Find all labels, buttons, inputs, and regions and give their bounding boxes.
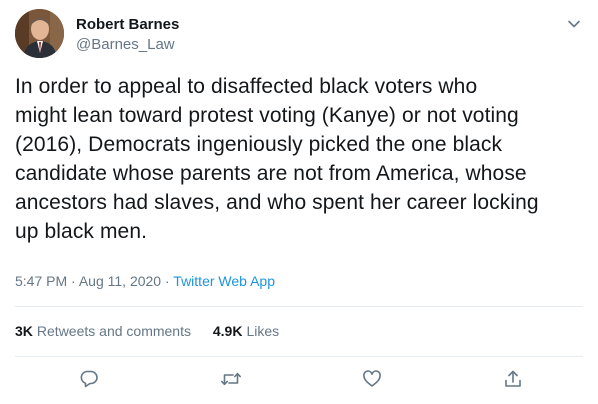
tweet-meta: 5:47 PM · Aug 11, 2020 · Twitter Web App [15, 271, 275, 291]
likes-stat[interactable]: 4.9K Likes [213, 323, 279, 339]
share-button[interactable] [499, 367, 527, 395]
meta-separator: · [71, 273, 76, 289]
meta-separator-2: · [164, 273, 170, 289]
chevron-down-icon[interactable] [567, 17, 581, 31]
avatar[interactable] [15, 9, 64, 58]
retweet-icon [220, 369, 242, 394]
retweets-stat[interactable]: 3K Retweets and comments [15, 323, 191, 339]
retweets-count: 3K [15, 323, 33, 339]
retweets-label: Retweets and comments [36, 323, 191, 339]
likes-label: Likes [246, 323, 280, 339]
reply-button[interactable] [75, 367, 103, 395]
divider [15, 306, 583, 307]
handle[interactable]: @Barnes_Law [76, 35, 179, 55]
reply-icon [79, 369, 99, 394]
divider [15, 356, 583, 357]
tweet-text: In order to appeal to disaffected black … [15, 75, 539, 243]
tweet-source-link[interactable]: Twitter Web App [173, 273, 275, 289]
share-icon [503, 369, 523, 394]
author-names[interactable]: Robert Barnes @Barnes_Law [76, 15, 179, 55]
display-name[interactable]: Robert Barnes [76, 15, 179, 35]
like-button[interactable] [358, 367, 386, 395]
tweet-date[interactable]: Aug 11, 2020 [79, 273, 161, 289]
likes-count: 4.9K [212, 323, 243, 339]
tweet-stats: 3K Retweets and comments 4.9K Likes [15, 321, 297, 341]
tweet-time[interactable]: 5:47 PM [15, 273, 67, 289]
heart-icon [362, 369, 382, 394]
retweet-button[interactable] [217, 367, 245, 395]
tweet-header: Robert Barnes @Barnes_Law [15, 9, 583, 59]
tweet-card: Robert Barnes @Barnes_Law In order to ap… [0, 0, 598, 404]
tweet-actions [15, 364, 583, 396]
